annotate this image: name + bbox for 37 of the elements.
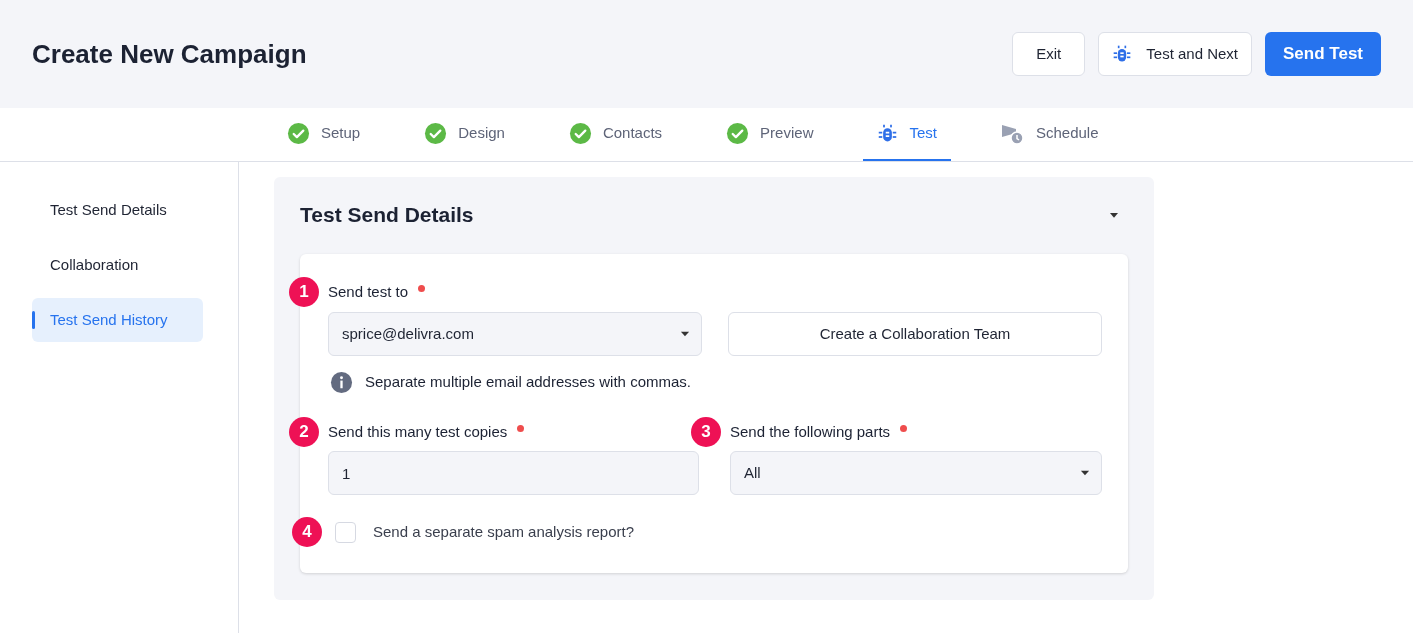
create-team-button[interactable]: Create a Collaboration Team	[728, 312, 1102, 356]
checkbox[interactable]	[335, 521, 356, 543]
test-and-next-button[interactable]: Test and Next	[1098, 32, 1252, 76]
bug-icon	[1112, 44, 1133, 64]
step-tab[interactable]: Design	[410, 108, 519, 161]
check-circle-icon	[424, 122, 448, 145]
step-tab[interactable]: Test	[863, 108, 951, 161]
page-title: Create New Campaign	[32, 37, 307, 71]
copies-input[interactable]: 1	[328, 451, 699, 495]
sidebar-item[interactable]: Collaboration	[32, 243, 203, 287]
email-dropdown[interactable]: sprice@delivra.com	[328, 312, 702, 356]
selected-value: All	[744, 462, 761, 483]
step-number-badge: 3	[691, 417, 721, 447]
step-tab[interactable]: Contacts	[554, 108, 677, 161]
parts-dropdown[interactable]: All	[730, 451, 1102, 495]
field-label: Send test to	[328, 281, 409, 302]
step-tab[interactable]: Schedule	[987, 108, 1113, 161]
step-tab[interactable]: Setup	[273, 108, 375, 161]
bug-icon	[877, 123, 899, 144]
step-tab[interactable]: Preview	[712, 108, 828, 161]
panel-title: Test Send Details	[300, 202, 474, 229]
sidebar-item[interactable]: Test Send Details	[32, 188, 203, 232]
step-number-badge: 4	[292, 517, 322, 547]
check-circle-icon	[726, 122, 750, 145]
sidebar-item[interactable]: Test Send History	[32, 298, 203, 342]
field-label: Send this many test copies	[328, 421, 508, 442]
field-label: Send the following parts	[730, 421, 891, 442]
check-circle-icon	[568, 122, 592, 145]
hint-text: Separate multiple email addresses with commas.	[365, 371, 691, 392]
step-number-badge: 1	[289, 277, 319, 307]
checkbox-label: Send a separate spam analysis report?	[373, 521, 634, 542]
step-number-badge: 2	[289, 417, 319, 447]
info-icon	[330, 370, 353, 394]
check-circle-icon	[287, 122, 310, 145]
exit-button[interactable]: Exit	[1012, 32, 1086, 76]
send-test-button[interactable]: Send Test	[1265, 32, 1381, 76]
selected-value: sprice@delivra.com	[342, 323, 474, 344]
